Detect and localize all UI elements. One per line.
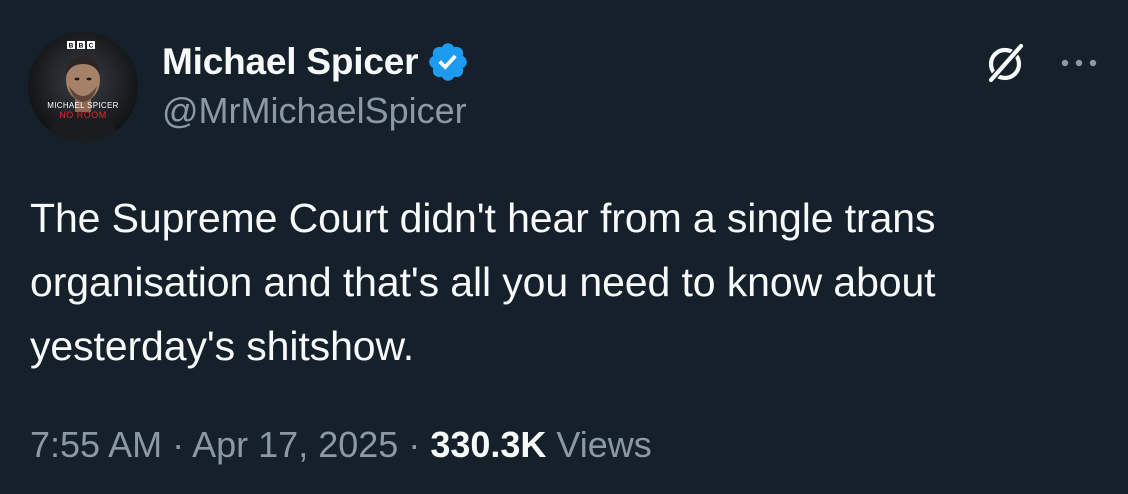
meta-separator: · (408, 424, 421, 465)
avatar-show-line2: NO ROOM (59, 110, 107, 120)
verified-badge-icon[interactable] (426, 40, 470, 84)
grok-button[interactable] (978, 36, 1032, 90)
svg-text:B: B (69, 43, 74, 50)
tweet-time[interactable]: 7:55 AM (30, 424, 162, 465)
meta-separator: · (172, 424, 185, 465)
tweet-card: B B C MICHAEL SPICER NO ROOM Michael Spi… (0, 0, 1128, 494)
author-name-row: Michael Spicer (162, 38, 470, 86)
more-options-button[interactable] (1054, 38, 1104, 88)
tweet-meta: 7:55 AM · Apr 17, 2025 · 330.3K Views (30, 424, 652, 466)
svg-text:C: C (89, 43, 94, 50)
display-name[interactable]: Michael Spicer (162, 41, 419, 83)
grok-icon (988, 43, 1024, 83)
views-count[interactable]: 330.3K (430, 424, 546, 465)
avatar-show-line1: MICHAEL SPICER (47, 101, 118, 110)
user-handle[interactable]: @MrMichaelSpicer (162, 90, 467, 132)
more-icon (1061, 59, 1097, 67)
tweet-text: The Supreme Court didn't hear from a sin… (30, 195, 936, 369)
avatar[interactable]: B B C MICHAEL SPICER NO ROOM (28, 32, 138, 142)
tweet-date[interactable]: Apr 17, 2025 (192, 424, 398, 465)
bbc-logo: B B C (67, 41, 95, 50)
avatar-overlay: B B C MICHAEL SPICER NO ROOM (47, 41, 118, 120)
svg-text:B: B (79, 43, 84, 50)
views-label: Views (556, 424, 652, 465)
